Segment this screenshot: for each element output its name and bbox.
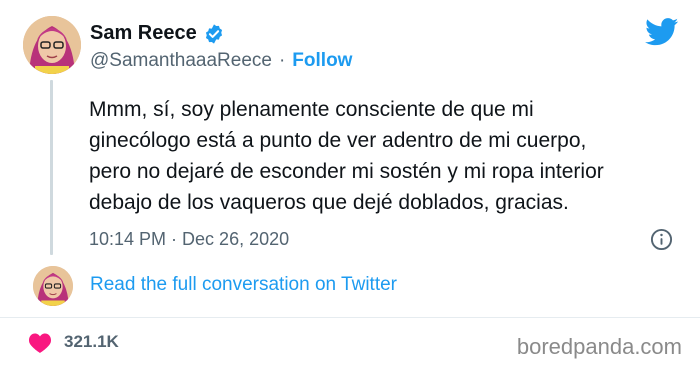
- tweet-timestamp[interactable]: 10:14 PM · Dec 26, 2020: [89, 229, 289, 250]
- author-avatar-image: [23, 16, 81, 74]
- read-conversation-link[interactable]: Read the full conversation on Twitter: [90, 274, 397, 296]
- watermark: boredpanda.com: [516, 334, 682, 359]
- author-name[interactable]: Sam Reece: [90, 22, 197, 45]
- author-name-row: Sam Reece: [90, 22, 225, 45]
- conversation-avatar[interactable]: [33, 266, 73, 306]
- author-avatar[interactable]: [23, 16, 81, 74]
- conversation-avatar-image: [33, 266, 73, 306]
- follow-button[interactable]: Follow: [292, 50, 352, 72]
- author-handle[interactable]: @SamanthaaaReece: [90, 50, 272, 72]
- verified-badge-icon: [205, 23, 222, 44]
- info-icon[interactable]: [650, 228, 673, 251]
- twitter-bird-icon[interactable]: [645, 18, 679, 46]
- handle-separator: ·: [278, 50, 286, 71]
- heart-icon[interactable]: [28, 332, 52, 354]
- footer-divider: [0, 317, 700, 318]
- thread-line: [50, 80, 53, 255]
- like-count[interactable]: 321.1K: [64, 332, 119, 352]
- tweet-text: Mmm, sí, soy plenamente consciente de qu…: [89, 98, 604, 214]
- author-handle-row: @SamanthaaaReece · Follow: [90, 50, 352, 72]
